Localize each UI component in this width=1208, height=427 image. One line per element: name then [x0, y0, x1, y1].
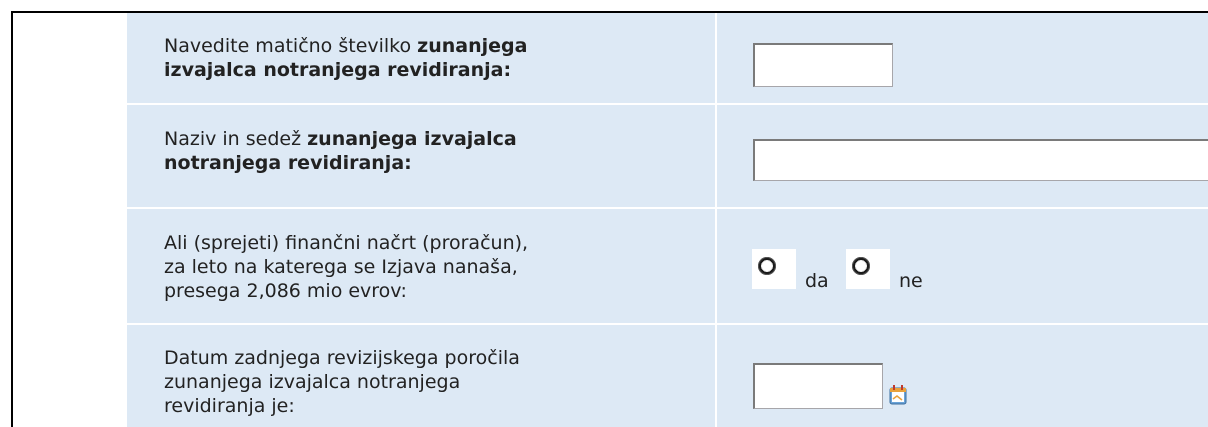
- report-date-input[interactable]: [753, 363, 883, 409]
- row-value: da ne: [719, 209, 1208, 323]
- row-value: [719, 13, 1208, 103]
- radio-yes[interactable]: [752, 249, 796, 289]
- row-budget-exceeds: Ali (sprejeti) finančni načrt (proračun)…: [127, 209, 1208, 325]
- row-value: [719, 325, 1208, 427]
- radio-no[interactable]: [846, 249, 890, 289]
- registration-number-label: Navedite matično številko zunanjega izva…: [164, 35, 528, 81]
- row-report-date: Datum zadnjega revizijskega poročila zun…: [127, 325, 1208, 427]
- registration-number-input[interactable]: [753, 43, 893, 87]
- row-label: Ali (sprejeti) finančni načrt (proračun)…: [127, 209, 717, 323]
- budget-question-label: Ali (sprejeti) finančni načrt (proračun)…: [164, 232, 529, 302]
- row-value: [719, 105, 1208, 207]
- row-label: Naziv in sedež zunanjega izvajalca notra…: [127, 105, 717, 207]
- row-label: Navedite matično številko zunanjega izva…: [127, 13, 717, 103]
- form-table: Navedite matično številko zunanjega izva…: [127, 13, 1208, 427]
- radio-no-label: ne: [899, 270, 923, 292]
- name-seat-label: Naziv in sedež zunanjega izvajalca notra…: [164, 128, 517, 174]
- report-date-label: Datum zadnjega revizijskega poročila zun…: [164, 347, 520, 417]
- name-seat-input[interactable]: [753, 139, 1208, 181]
- calendar-icon[interactable]: [888, 384, 908, 406]
- row-name-seat: Naziv in sedež zunanjega izvajalca notra…: [127, 105, 1208, 209]
- radio-circle-icon: [758, 257, 776, 275]
- row-label: Datum zadnjega revizijskega poročila zun…: [127, 325, 717, 427]
- row-registration-number: Navedite matično številko zunanjega izva…: [127, 13, 1208, 105]
- radio-yes-label: da: [805, 270, 829, 292]
- radio-circle-icon: [852, 257, 870, 275]
